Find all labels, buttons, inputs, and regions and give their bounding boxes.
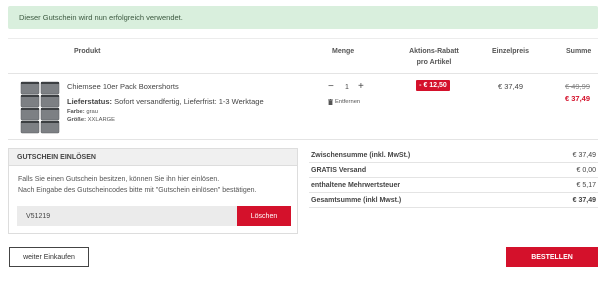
subtotal-value: € 37,49 [572, 152, 596, 159]
quantity-value[interactable]: 1 [345, 84, 349, 91]
totals-row: Zwischensumme (inkl. MwSt.) € 37,49 [309, 148, 598, 163]
cart-table-header: Produkt Menge Aktions-Rabatt pro Artikel… [8, 38, 598, 74]
product-image[interactable] [19, 80, 63, 134]
voucher-code-input[interactable] [17, 206, 237, 226]
success-alert: Dieser Gutschein wird nun erfolgreich ve… [8, 6, 598, 29]
voucher-header: GUTSCHEIN EINLÖSEN [9, 149, 297, 166]
delete-voucher-button[interactable]: Löschen [237, 206, 291, 226]
order-totals: Zwischensumme (inkl. MwSt.) € 37,49 GRAT… [309, 148, 598, 208]
header-unit-price: Einzelpreis [492, 48, 529, 55]
header-product: Produkt [74, 48, 101, 55]
quantity-increase-button[interactable]: + [358, 81, 364, 92]
grand-total-label: Gesamtsumme (inkl Mwst.) [311, 197, 402, 204]
quantity-decrease-button[interactable]: − [328, 81, 334, 92]
voucher-panel: GUTSCHEIN EINLÖSEN Falls Sie einen Gutsc… [8, 148, 298, 234]
remove-item-label: Entfernen [335, 99, 361, 105]
totals-row: enthaltene Mehrwertsteuer € 5,17 [309, 178, 598, 193]
delivery-status: Lieferstatus: Sofort versandfertig, Lief… [67, 97, 264, 106]
header-discount: Aktions-Rabatt pro Artikel [409, 48, 459, 66]
cart-item-row: Chiemsee 10er Pack Boxershorts Liefersta… [8, 74, 598, 140]
voucher-text-line1: Falls Sie einen Gutschein besitzen, könn… [18, 176, 220, 183]
old-price: € 49,99 [564, 82, 590, 91]
unit-price: € 37,49 [498, 82, 524, 91]
remove-item-button[interactable]: Entfernen [328, 99, 360, 105]
voucher-text-line2: Nach Eingabe des Gutscheincodes bitte mi… [18, 187, 257, 194]
shipping-label: GRATIS Versand [311, 167, 367, 174]
header-quantity: Menge [332, 48, 355, 55]
alert-message: Dieser Gutschein wird nun erfolgreich ve… [19, 13, 183, 22]
shipping-value: € 0,00 [576, 167, 596, 174]
totals-row: Gesamtsumme (inkl Mwst.) € 37,49 [309, 193, 598, 208]
product-color: Farbe: grau [67, 109, 98, 115]
product-name[interactable]: Chiemsee 10er Pack Boxershorts [67, 82, 179, 91]
grand-total-value: € 37,49 [572, 197, 596, 204]
product-size: Größe: XXLARGE [67, 117, 116, 123]
voucher-title: GUTSCHEIN EINLÖSEN [17, 154, 96, 161]
new-price: € 37,49 [564, 94, 590, 103]
subtotal-label: Zwischensumme (inkl. MwSt.) [311, 152, 411, 159]
discount-badge: - € 12,50 [416, 80, 450, 91]
quantity-stepper: − 1 + [328, 81, 368, 95]
order-button[interactable]: BESTELLEN [506, 247, 598, 267]
totals-row: GRATIS Versand € 0,00 [309, 163, 598, 178]
vat-value: € 5,17 [576, 182, 596, 189]
continue-shopping-button[interactable]: weiter Einkaufen [9, 247, 89, 267]
header-total: Summe [566, 48, 592, 55]
trash-icon [328, 99, 333, 105]
vat-label: enthaltene Mehrwertsteuer [311, 182, 401, 189]
